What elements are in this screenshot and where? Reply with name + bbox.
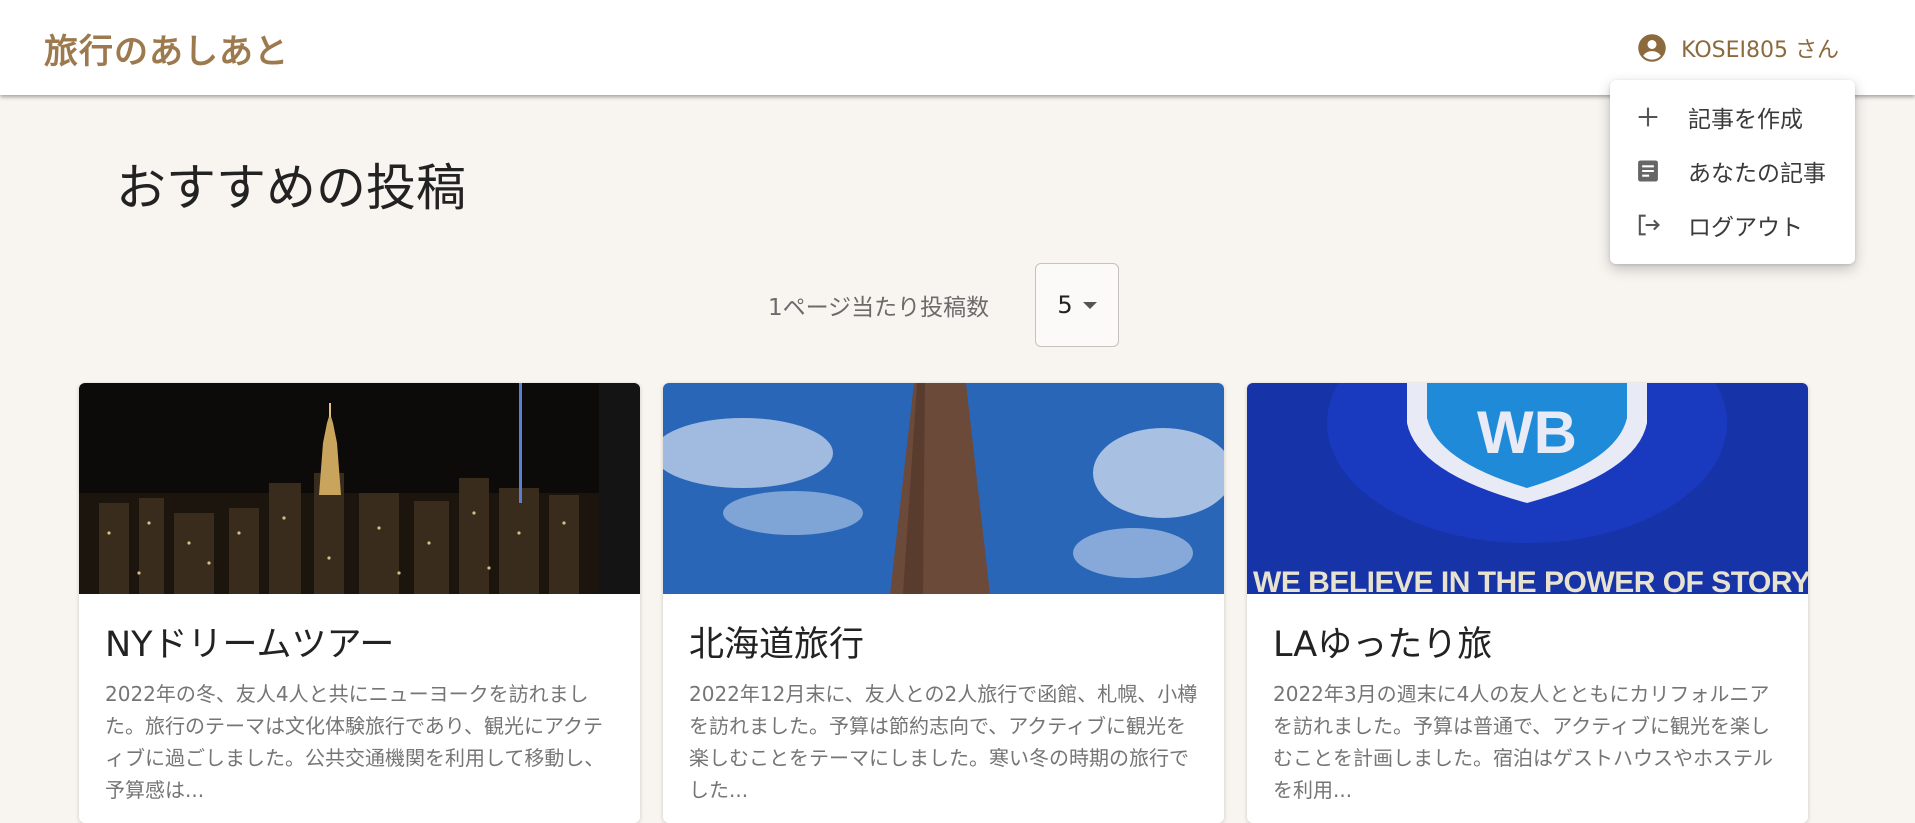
post-description: 2022年12月末に、友人との2人旅行で函館、札幌、小樽を訪れました。予算は節約… (689, 682, 1198, 802)
svg-text:WB: WB (1477, 399, 1577, 466)
post-card[interactable]: WB WE BELIEVE IN THE POWER OF STORY LAゆっ… (1247, 383, 1808, 823)
per-page-label: 1ページ当たり投稿数 (768, 295, 990, 321)
brand-logo[interactable]: 旅行のあしあと (44, 24, 289, 73)
user-name-label: KOSEI805 さん (1681, 38, 1839, 63)
page-title: おすすめの投稿 (116, 159, 466, 217)
per-page-select[interactable]: 5 (1035, 263, 1119, 347)
post-title: 北海道旅行 (689, 625, 865, 665)
post-description: 2022年の冬、友人4人と共にニューヨークを訪れました。旅行のテーマは文化体験旅… (105, 682, 605, 802)
post-title: LAゆったり旅 (1273, 625, 1493, 665)
article-icon (1638, 160, 1658, 182)
post-description: 2022年3月の週末に4人の友人とともにカリフォルニアを訪れました。予算は普通で… (1273, 682, 1773, 802)
new-york-night-skyline-photo (79, 383, 640, 594)
post-title: NYドリームツアー (105, 625, 395, 665)
wall-slogan: WE BELIEVE IN THE POWER OF STORY (1253, 566, 1808, 594)
warner-bros-shield-photo: WB WE BELIEVE IN THE POWER OF STORY (1247, 383, 1808, 594)
user-dropdown-menu: 記事を作成 あなたの記事 ログアウト (1610, 80, 1855, 264)
menu-item-label: あなたの記事 (1688, 161, 1826, 187)
menu-item-label: 記事を作成 (1688, 107, 1803, 133)
brick-chimney-blue-sky-photo (663, 383, 1224, 594)
menu-item-your-articles[interactable]: あなたの記事 (1610, 144, 1855, 198)
account-circle-icon (1638, 34, 1666, 62)
post-card[interactable]: 北海道旅行 2022年12月末に、友人との2人旅行で函館、札幌、小樽を訪れました… (663, 383, 1224, 823)
plus-icon (1638, 107, 1658, 127)
logout-icon (1638, 214, 1660, 236)
menu-item-create-article[interactable]: 記事を作成 (1610, 90, 1855, 144)
post-card[interactable]: NYドリームツアー 2022年の冬、友人4人と共にニューヨークを訪れました。旅行… (79, 383, 640, 823)
user-menu-button[interactable]: KOSEI805 さん (1637, 28, 1839, 68)
menu-item-logout[interactable]: ログアウト (1610, 198, 1855, 252)
per-page-value: 5 (1057, 291, 1073, 319)
dropdown-caret-icon (1082, 301, 1097, 309)
menu-item-label: ログアウト (1688, 215, 1803, 241)
